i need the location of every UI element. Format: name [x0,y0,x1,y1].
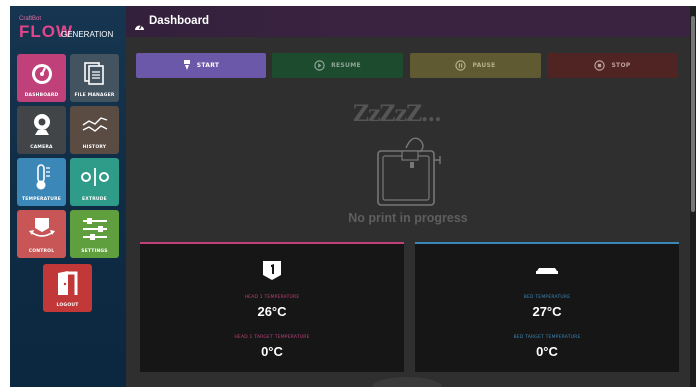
start-label: START [196,62,220,69]
bottom-arc-decoration [372,377,442,387]
sidebar-item-control[interactable]: CONTROL [17,210,66,258]
sidebar-item-label: EXTRUDE [82,197,107,202]
bed-target-temperature-label: BED TARGET TEMPERATURE [513,335,581,340]
start-icon [183,56,191,75]
no-print-message: No print in progress [348,211,468,225]
main-content: Dashboard START RESUME PAUSE STOP ZzZzZ.… [126,6,696,387]
sidebar-item-history[interactable]: HISTORY [70,106,119,154]
bed-target-temperature-value: 0°C [536,344,558,359]
pause-circle-icon [455,56,467,75]
stop-label: STOP [611,62,631,69]
stop-circle-icon [594,56,606,75]
start-button[interactable]: START [136,53,266,78]
page-title: Dashboard [149,15,210,27]
sidebar-item-dashboard[interactable]: DASHBOARD [17,54,66,102]
pause-button[interactable]: PAUSE [410,53,541,78]
sidebar-item-label: TEMPERATURE [21,197,62,202]
pause-label: PAUSE [472,62,496,69]
play-circle-icon [314,56,325,75]
gauge-icon [17,58,66,88]
extrude-icon [70,162,119,192]
sidebar-item-temperature[interactable]: TEMPERATURE [17,158,66,206]
webcam-icon [17,110,66,140]
head-target-temperature-value: 0°C [261,344,283,359]
resume-button[interactable]: RESUME [272,53,403,78]
sidebar-item-settings[interactable]: SETTINGS [70,210,119,258]
bed-temperature-value: 27°C [532,304,562,319]
gauge-icon [134,16,145,30]
head-temperature-panel: HEAD 1 TEMPERATURE 26°C HEAD 1 TARGET TE… [140,242,404,372]
scrollbar-thumb[interactable] [691,16,695,212]
brand-generation-text: GENERATION [61,30,114,39]
sidebar-item-file-manager[interactable]: FILE MANAGER [70,54,119,102]
sidebar-item-logout[interactable]: LOGOUT [43,264,92,312]
scrollbar[interactable] [690,6,696,387]
chart-line-icon [70,110,119,140]
move-arrows-icon [17,214,66,244]
head-temperature-value: 26°C [257,304,287,319]
sidebar-item-label: HISTORY [82,145,107,150]
sidebar-item-label: LOGOUT [56,303,79,308]
top-bar: Dashboard [126,6,690,37]
sliders-icon [70,214,119,244]
sidebar-item-label: FILE MANAGER [74,93,115,98]
bed-icon [415,259,679,281]
brand-logo: CraftBot FLOW GENERATION [10,6,126,42]
sidebar-item-label: SETTINGS [81,249,108,254]
sidebar-item-camera[interactable]: CAMERA [17,106,66,154]
sidebar-item-label: CONTROL [28,249,55,254]
resume-label: RESUME [331,62,361,69]
head-number-1-icon [140,259,404,281]
thermometer-icon [17,162,66,192]
head-temperature-label: HEAD 1 TEMPERATURE [244,295,300,300]
sidebar-item-label: DASHBOARD [24,93,59,98]
sidebar-item-extrude[interactable]: EXTRUDE [70,158,119,206]
sleep-text: ZzZzZ... [353,101,442,127]
head-target-temperature-label: HEAD 1 TARGET TEMPERATURE [234,335,310,340]
sidebar-item-label: CAMERA [30,145,53,150]
stop-button[interactable]: STOP [547,53,678,78]
files-icon [70,58,119,88]
sidebar: CraftBot FLOW GENERATION DASHBOARD FILE … [10,6,126,387]
bed-temperature-label: BED TEMPERATURE [523,295,571,300]
printer-icon [366,126,456,216]
bed-temperature-panel: BED TEMPERATURE 27°C BED TARGET TEMPERAT… [415,242,679,372]
door-exit-icon [43,268,92,298]
